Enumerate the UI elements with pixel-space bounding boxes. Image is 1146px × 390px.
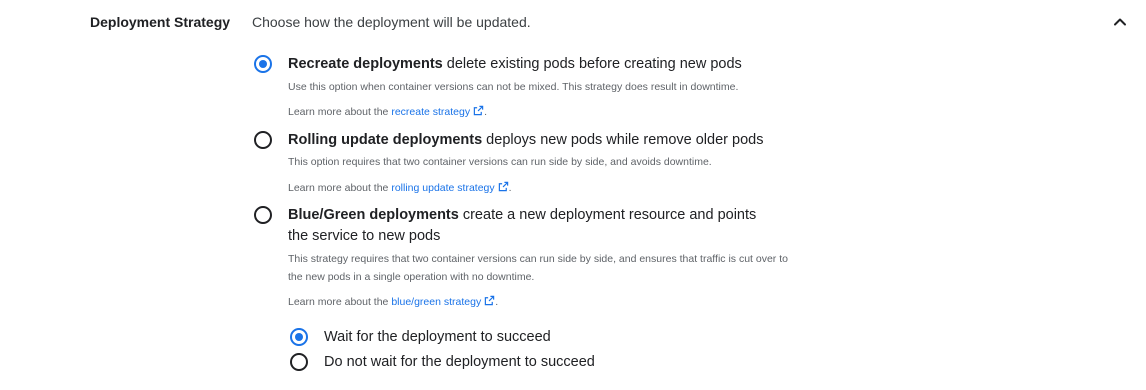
option-recreate: Recreate deployments delete existing pod… xyxy=(252,54,792,126)
option-recreate-help: Use this option when container versions … xyxy=(288,81,739,93)
recreate-strategy-link[interactable]: recreate strategy xyxy=(391,105,484,118)
external-link-icon xyxy=(498,181,508,192)
option-title-bold: Recreate deployments xyxy=(288,56,443,72)
external-link-icon xyxy=(485,295,495,306)
learn-more-prefix: Learn more about the xyxy=(288,182,392,194)
wait-option-succeed: Wait for the deployment to succeed xyxy=(288,327,648,349)
option-title-bold: Rolling update deployments xyxy=(288,132,483,148)
section-description: Choose how the deployment will be update… xyxy=(252,14,531,30)
option-rolling-title: Rolling update deployments deploys new p… xyxy=(288,130,768,151)
learn-more-suffix: . xyxy=(508,182,512,194)
learn-more-prefix: Learn more about the xyxy=(288,296,392,308)
learn-more-link-text[interactable]: rolling update strategy xyxy=(391,182,494,194)
radio-wait-succeed[interactable] xyxy=(290,328,308,346)
option-recreate-learn-more: Learn more about the recreate strategy. xyxy=(288,105,487,119)
learn-more-link-text[interactable]: recreate strategy xyxy=(391,106,470,118)
option-blue-green: Blue/Green deployments create a new depl… xyxy=(252,205,792,315)
deployment-strategy-section: Deployment Strategy Choose how the deplo… xyxy=(0,0,1146,390)
wait-option-label: Wait for the deployment to succeed xyxy=(324,329,551,345)
option-blue-green-title: Blue/Green deployments create a new depl… xyxy=(288,205,763,247)
radio-no-wait[interactable] xyxy=(290,353,308,371)
option-title-bold: Blue/Green deployments xyxy=(288,207,459,223)
learn-more-suffix: . xyxy=(495,296,499,308)
radio-rolling-update[interactable] xyxy=(254,131,272,149)
option-rolling-update: Rolling update deployments deploys new p… xyxy=(252,130,792,202)
radio-recreate[interactable] xyxy=(254,55,272,73)
wait-option-label: Do not wait for the deployment to succee… xyxy=(324,354,595,370)
rolling-update-strategy-link[interactable]: rolling update strategy xyxy=(391,181,508,194)
learn-more-prefix: Learn more about the xyxy=(288,106,392,118)
collapse-section-button[interactable] xyxy=(1110,12,1130,32)
section-label: Deployment Strategy xyxy=(90,14,231,30)
chevron-up-icon xyxy=(1114,18,1126,26)
option-title-text: deploys new pods while remove older pods xyxy=(482,132,764,148)
learn-more-suffix: . xyxy=(484,106,488,118)
external-link-icon xyxy=(473,105,484,116)
wait-option-no-wait: Do not wait for the deployment to succee… xyxy=(288,352,648,374)
option-rolling-help: This option requires that two container … xyxy=(288,156,712,168)
option-blue-green-learn-more: Learn more about the blue/green strategy… xyxy=(288,295,498,309)
option-blue-green-help: This strategy requires that two containe… xyxy=(288,253,788,283)
blue-green-strategy-link[interactable]: blue/green strategy xyxy=(391,295,495,308)
option-title-text: delete existing pods before creating new… xyxy=(442,56,742,72)
learn-more-link-text[interactable]: blue/green strategy xyxy=(391,296,481,308)
option-rolling-learn-more: Learn more about the rolling update stra… xyxy=(288,181,512,195)
radio-blue-green[interactable] xyxy=(254,206,272,224)
option-recreate-title: Recreate deployments delete existing pod… xyxy=(288,54,768,75)
